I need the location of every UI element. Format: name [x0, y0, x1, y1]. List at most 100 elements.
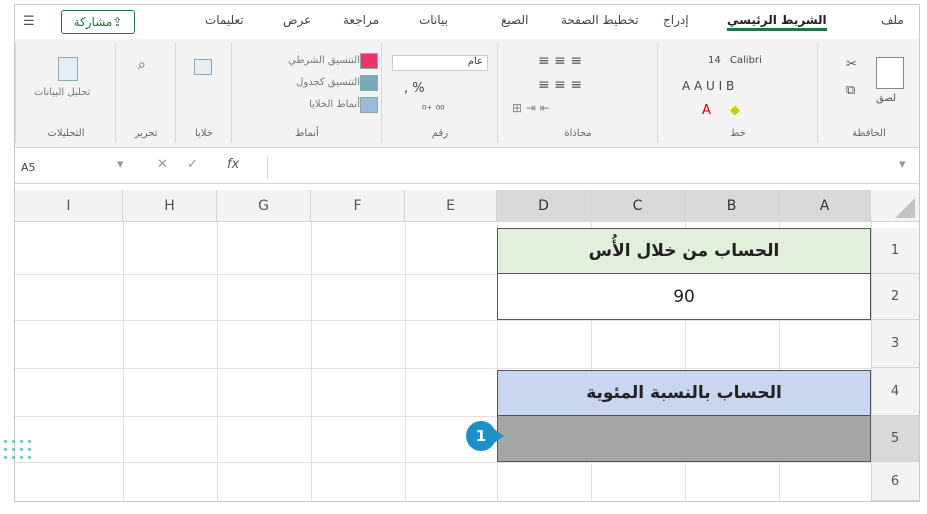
- percent-format-icon[interactable]: % ,: [404, 81, 425, 96]
- cell-merged-row-1[interactable]: الحساب من خلال الأُس: [497, 228, 871, 274]
- grid-line: [871, 222, 872, 501]
- paste-icon[interactable]: [876, 57, 904, 89]
- dot: [28, 440, 31, 443]
- dot: [4, 440, 7, 443]
- tab-review[interactable]: مراجعة: [343, 13, 379, 27]
- ribbon-group-cells: خلايا: [175, 43, 232, 143]
- row-header-6[interactable]: 6: [871, 462, 919, 501]
- ribbon-group-editing: ⌕ تحرير: [115, 43, 176, 143]
- dot: [28, 448, 31, 451]
- expand-formula-bar-icon[interactable]: ▾: [899, 157, 906, 172]
- align-top-icons[interactable]: ≡ ≡ ≡: [538, 53, 582, 69]
- ribbon: تحليل البيانات التحليلات ⌕ تحرير خلايا ا…: [15, 39, 919, 148]
- row-header-4[interactable]: 4: [871, 368, 919, 416]
- tab-help[interactable]: تعليمات: [205, 13, 244, 27]
- column-header-b[interactable]: B: [685, 190, 779, 222]
- select-all-corner[interactable]: [871, 190, 919, 222]
- select-all-icon: [895, 198, 915, 218]
- tab-view[interactable]: عرض: [283, 13, 311, 27]
- conditional-formatting-icon: [360, 53, 378, 69]
- column-header-d[interactable]: D: [497, 190, 591, 222]
- format-as-table-icon: [360, 75, 378, 91]
- dot: [28, 456, 31, 459]
- cell-merged-row-2[interactable]: 90: [497, 274, 871, 320]
- cell-styles-icon: [360, 97, 378, 113]
- dot: [20, 456, 23, 459]
- dot: [4, 448, 7, 451]
- decimal-icons[interactable]: ⁰⁰ ⁺⁰: [422, 103, 445, 116]
- dot: [12, 448, 15, 451]
- enter-icon[interactable]: ✓: [187, 157, 198, 172]
- excel-window: ☰ ⇪ مشاركة تعليمات عرض مراجعة بيانات الص…: [14, 4, 920, 502]
- grid-line: [15, 320, 871, 321]
- column-header-e[interactable]: E: [405, 190, 497, 222]
- share-label: مشاركة: [73, 15, 113, 29]
- font-size-dropdown[interactable]: 14: [708, 55, 721, 66]
- column-header-h[interactable]: H: [123, 190, 217, 222]
- dot: [4, 456, 7, 459]
- font-selectors: 14 Calibri: [708, 55, 788, 71]
- column-header-a[interactable]: A: [779, 190, 871, 222]
- clipboard-group-label: الحافظة: [852, 128, 886, 139]
- tab-data[interactable]: بيانات: [419, 13, 448, 27]
- ribbon-group-alignment: ≡ ≡ ≡ ≡ ≡ ≡ ⇤ ⇥ ⊞ محاذاة: [497, 43, 658, 143]
- cell-merged-row-5-selected[interactable]: [497, 416, 871, 462]
- paste-label: لصق: [876, 93, 897, 104]
- step-callout-pointer: [494, 429, 504, 443]
- tab-page-layout[interactable]: تخطيط الصفحة: [561, 13, 638, 27]
- data-analysis-icon[interactable]: [58, 57, 78, 81]
- insert-function-icon[interactable]: fx: [227, 157, 239, 172]
- dot: [20, 440, 23, 443]
- cell-styles-button[interactable]: أنماط الخلايا: [309, 99, 360, 110]
- row-header-2[interactable]: 2: [871, 274, 919, 320]
- column-header-f[interactable]: F: [311, 190, 405, 222]
- grid-line: [123, 222, 124, 501]
- decorative-dots: [0, 436, 44, 464]
- indent-icons[interactable]: ⇤ ⇥ ⊞: [512, 101, 550, 115]
- data-analysis-label: تحليل البيانات: [34, 87, 91, 98]
- styles-group-label: أنماط: [295, 128, 319, 139]
- tab-home[interactable]: الشريط الرئيسي: [727, 13, 827, 31]
- tab-file[interactable]: ملف: [881, 13, 904, 27]
- row-header-5[interactable]: 5: [871, 416, 919, 462]
- row-header-1[interactable]: 1: [871, 228, 919, 274]
- number-group-label: رقم: [431, 128, 449, 139]
- font-color-icon[interactable]: A: [702, 103, 711, 118]
- cells-icon[interactable]: [194, 59, 212, 75]
- column-header-g[interactable]: G: [217, 190, 311, 222]
- step-callout-badge: 1: [466, 421, 496, 451]
- copy-icon[interactable]: ⧉: [846, 83, 855, 98]
- font-style-icons[interactable]: A A U I B: [682, 79, 734, 93]
- row-header-3[interactable]: 3: [871, 320, 919, 368]
- cells-group-label: خلايا: [195, 128, 213, 139]
- cut-icon[interactable]: ✂: [846, 57, 857, 72]
- cell-merged-row-4[interactable]: الحساب بالنسبة المئوية: [497, 370, 871, 416]
- ribbon-group-number: عام % , ⁰⁰ ⁺⁰ رقم: [381, 43, 498, 143]
- column-header-i[interactable]: I: [15, 190, 123, 222]
- formula-bar: A5 ▾ ✕ ✓ fx ▾: [15, 153, 919, 184]
- font-group-label: خط: [730, 128, 746, 139]
- ribbon-options-icon[interactable]: ☰: [23, 14, 35, 29]
- cancel-icon[interactable]: ✕: [157, 157, 168, 172]
- format-as-table-button[interactable]: التنسيق كجدول: [296, 77, 360, 88]
- grid-line: [311, 222, 312, 501]
- tab-formulas[interactable]: الصيغ: [501, 13, 528, 27]
- analysis-group-label: التحليلات: [47, 128, 85, 139]
- column-header-c[interactable]: C: [591, 190, 685, 222]
- dot: [20, 448, 23, 451]
- font-name-dropdown[interactable]: Calibri: [730, 55, 762, 66]
- name-box[interactable]: A5: [15, 157, 121, 179]
- name-box-dropdown-icon[interactable]: ▾: [117, 157, 124, 172]
- search-icon[interactable]: ⌕: [138, 57, 146, 73]
- ribbon-tabs: ☰ ⇪ مشاركة تعليمات عرض مراجعة بيانات الص…: [15, 5, 919, 39]
- share-button[interactable]: ⇪ مشاركة: [61, 10, 135, 34]
- tab-insert[interactable]: إدراج: [663, 13, 689, 27]
- ribbon-group-styles: التنسيق الشرطي التنسيق كجدول أنماط الخلا…: [231, 43, 382, 143]
- ribbon-group-analysis: تحليل البيانات التحليلات: [15, 43, 116, 143]
- fill-color-icon[interactable]: ◆: [730, 103, 740, 118]
- number-format-dropdown[interactable]: عام: [392, 55, 488, 71]
- formula-input[interactable]: [267, 157, 888, 179]
- conditional-formatting-button[interactable]: التنسيق الشرطي: [288, 55, 360, 66]
- align-horizontal-icons[interactable]: ≡ ≡ ≡: [538, 77, 582, 93]
- ribbon-group-clipboard: لصق ✂ ⧉ الحافظة: [817, 43, 919, 143]
